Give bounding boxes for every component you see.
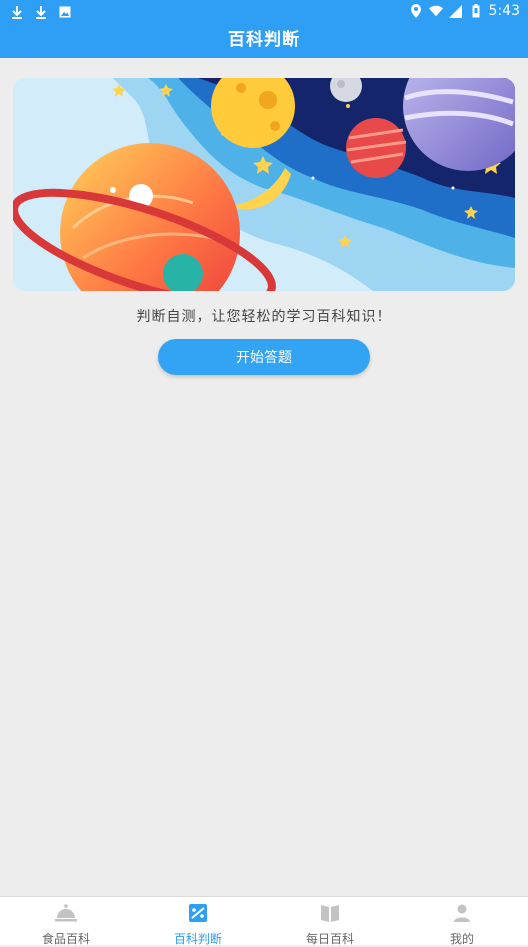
book-icon: [319, 903, 341, 927]
nav-item-food-encyclopedia[interactable]: 食品百科: [0, 897, 132, 946]
app-bar: 百科判断: [0, 24, 528, 58]
nav-label: 食品百科: [41, 932, 90, 946]
signal-icon: [449, 3, 463, 19]
status-time: 5:43: [488, 3, 520, 19]
person-icon: [451, 903, 473, 927]
nav-label: 百科判断: [173, 932, 222, 946]
wifi-icon: [428, 3, 443, 19]
page-title: 百科判断: [228, 30, 300, 50]
image-icon: [58, 4, 72, 20]
location-icon: [409, 3, 423, 19]
quiz-icon: [187, 903, 209, 927]
status-right-icons: 5:43: [409, 3, 520, 19]
nav-item-daily-encyclopedia[interactable]: 每日百科: [264, 897, 396, 946]
start-quiz-button[interactable]: 开始答题: [158, 339, 370, 375]
nav-label: 每日百科: [305, 932, 354, 946]
nav-item-encyclopedia-judge[interactable]: 百科判断: [132, 897, 264, 946]
subtitle-text: 判断自测，让您轻松的学习百科知识！: [136, 309, 392, 325]
download-icon: [34, 4, 48, 20]
bottom-nav: 食品百科 百科判断 每日百科 我的: [0, 896, 528, 946]
status-left-icons: [10, 4, 72, 20]
status-bar: 5:43: [0, 0, 528, 24]
nav-item-profile[interactable]: 我的: [396, 897, 528, 946]
battery-icon: [469, 3, 483, 19]
cloche-icon: [55, 903, 77, 927]
download-icon: [10, 4, 24, 20]
nav-label: 我的: [449, 932, 474, 946]
banner-image: [13, 78, 515, 291]
